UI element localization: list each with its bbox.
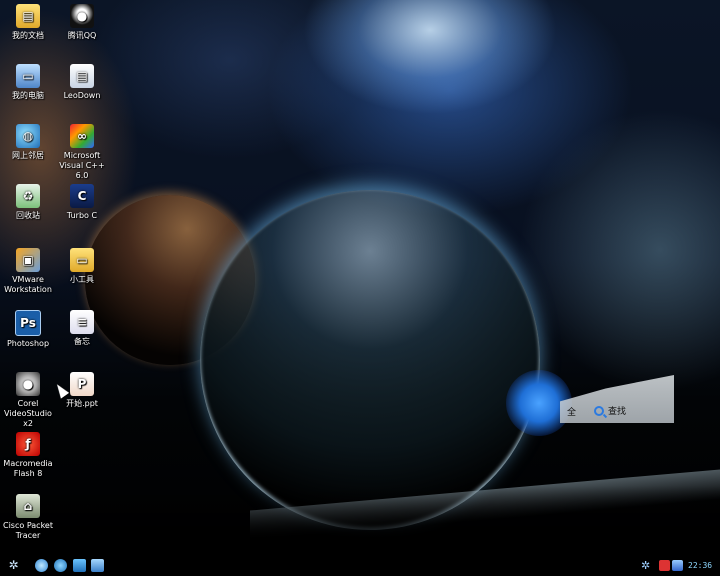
desktop-icon-label: 我的文档	[12, 31, 44, 40]
start-gear-icon: ✲	[8, 558, 19, 572]
desktop-icon-label: Corel VideoStudio x2	[4, 399, 52, 428]
desktop-icon-recycle-bin[interactable]: ♻ 回收站	[0, 184, 56, 221]
desktop-icon-label: 网上邻居	[12, 151, 44, 160]
turbo-c-icon: C	[70, 184, 94, 208]
desktop-icon-turbo-c[interactable]: C Turbo C	[54, 184, 110, 221]
search-label: 查找	[608, 407, 627, 417]
desktop-icon-vmware[interactable]: ▣ VMware Workstation	[0, 248, 56, 295]
panel-partial-item[interactable]: 全	[567, 405, 576, 418]
qq-icon: ●	[70, 4, 94, 28]
desktop-icon-label: Photoshop	[6, 339, 50, 348]
desktop-icon-label: VMware Workstation	[4, 275, 52, 294]
quicklaunch-desktop-button[interactable]	[35, 559, 48, 572]
tray-network-icon[interactable]	[672, 560, 683, 571]
note-icon: ≡	[70, 310, 94, 334]
ppt-icon: P	[70, 372, 94, 396]
start-button[interactable]: ✲	[7, 559, 20, 572]
desktop-icon-label: Macromedia Flash 8	[3, 459, 53, 478]
desktop-icon-label: 备忘	[74, 337, 90, 346]
desktop-icon-label: 我的电脑	[12, 91, 44, 100]
msvc-icon: ∞	[70, 124, 94, 148]
desktop-icon-flash[interactable]: ƒ Macromedia Flash 8	[0, 432, 56, 479]
desktop-icon-label: 小工具	[70, 275, 94, 284]
desktop-icon-label: Cisco Packet Tracer	[3, 521, 53, 540]
desktop-icon-leodown[interactable]: ▤ LeoDown	[54, 64, 110, 101]
taskbar: ✲ ✲ 22:36	[0, 556, 720, 576]
desktop-icon-cisco[interactable]: ⌂ Cisco Packet Tracer	[0, 494, 56, 541]
desktop-icon-my-computer[interactable]: ▭ 我的电脑	[0, 64, 56, 101]
taskbar-clock[interactable]: 22:36	[688, 561, 712, 570]
wallpaper-earth-planet	[200, 190, 540, 530]
desktop-icon-label: 腾讯QQ	[67, 31, 97, 40]
folder-documents-icon: ▤	[16, 4, 40, 28]
tray-settings-icon[interactable]: ✲	[641, 559, 650, 572]
document-icon: ▤	[70, 64, 94, 88]
search-icon	[594, 405, 604, 416]
search-button[interactable]: 查找	[594, 404, 626, 417]
desktop-icon-label: Turbo C	[66, 211, 98, 220]
desktop-icon-label: 回收站	[16, 211, 40, 220]
desktop-icon-my-documents[interactable]: ▤ 我的文档	[0, 4, 56, 41]
desktop-icon-notes[interactable]: ≡ 备忘	[54, 310, 110, 347]
network-icon: ◍	[16, 124, 40, 148]
panel-partial-label: 全	[567, 408, 577, 418]
desktop-icon-label: LeoDown	[63, 91, 101, 100]
desktop-icon-network[interactable]: ◍ 网上邻居	[0, 124, 56, 161]
corel-icon: ●	[16, 372, 40, 396]
desktop-icon-tools-folder[interactable]: ▭ 小工具	[54, 248, 110, 285]
photoshop-icon: Ps	[15, 310, 41, 336]
computer-icon: ▭	[16, 64, 40, 88]
cisco-icon: ⌂	[16, 494, 40, 518]
quicklaunch-browser-button[interactable]	[54, 559, 67, 572]
desktop-icon-corel[interactable]: ● Corel VideoStudio x2	[0, 372, 56, 429]
desktop: ▤ 我的文档 ▭ 我的电脑 ◍ 网上邻居 ♻ 回收站 ▣ VMware Work…	[0, 0, 720, 576]
recycle-bin-icon: ♻	[16, 184, 40, 208]
quicklaunch-media-button[interactable]	[91, 559, 104, 572]
vmware-icon: ▣	[16, 248, 40, 272]
desktop-icon-msvc[interactable]: ∞ Microsoft Visual C++ 6.0	[54, 124, 110, 181]
desktop-icon-photoshop[interactable]: Ps Photoshop	[0, 310, 56, 349]
quicklaunch-window-button[interactable]	[73, 559, 86, 572]
desktop-icon-qq[interactable]: ● 腾讯QQ	[54, 4, 110, 41]
desktop-icon-label: 开始.ppt	[66, 399, 98, 408]
desktop-icon-label: Microsoft Visual C++ 6.0	[59, 151, 105, 180]
tray-app-icon[interactable]	[659, 560, 670, 571]
flash-icon: ƒ	[16, 432, 40, 456]
folder-icon: ▭	[70, 248, 94, 272]
